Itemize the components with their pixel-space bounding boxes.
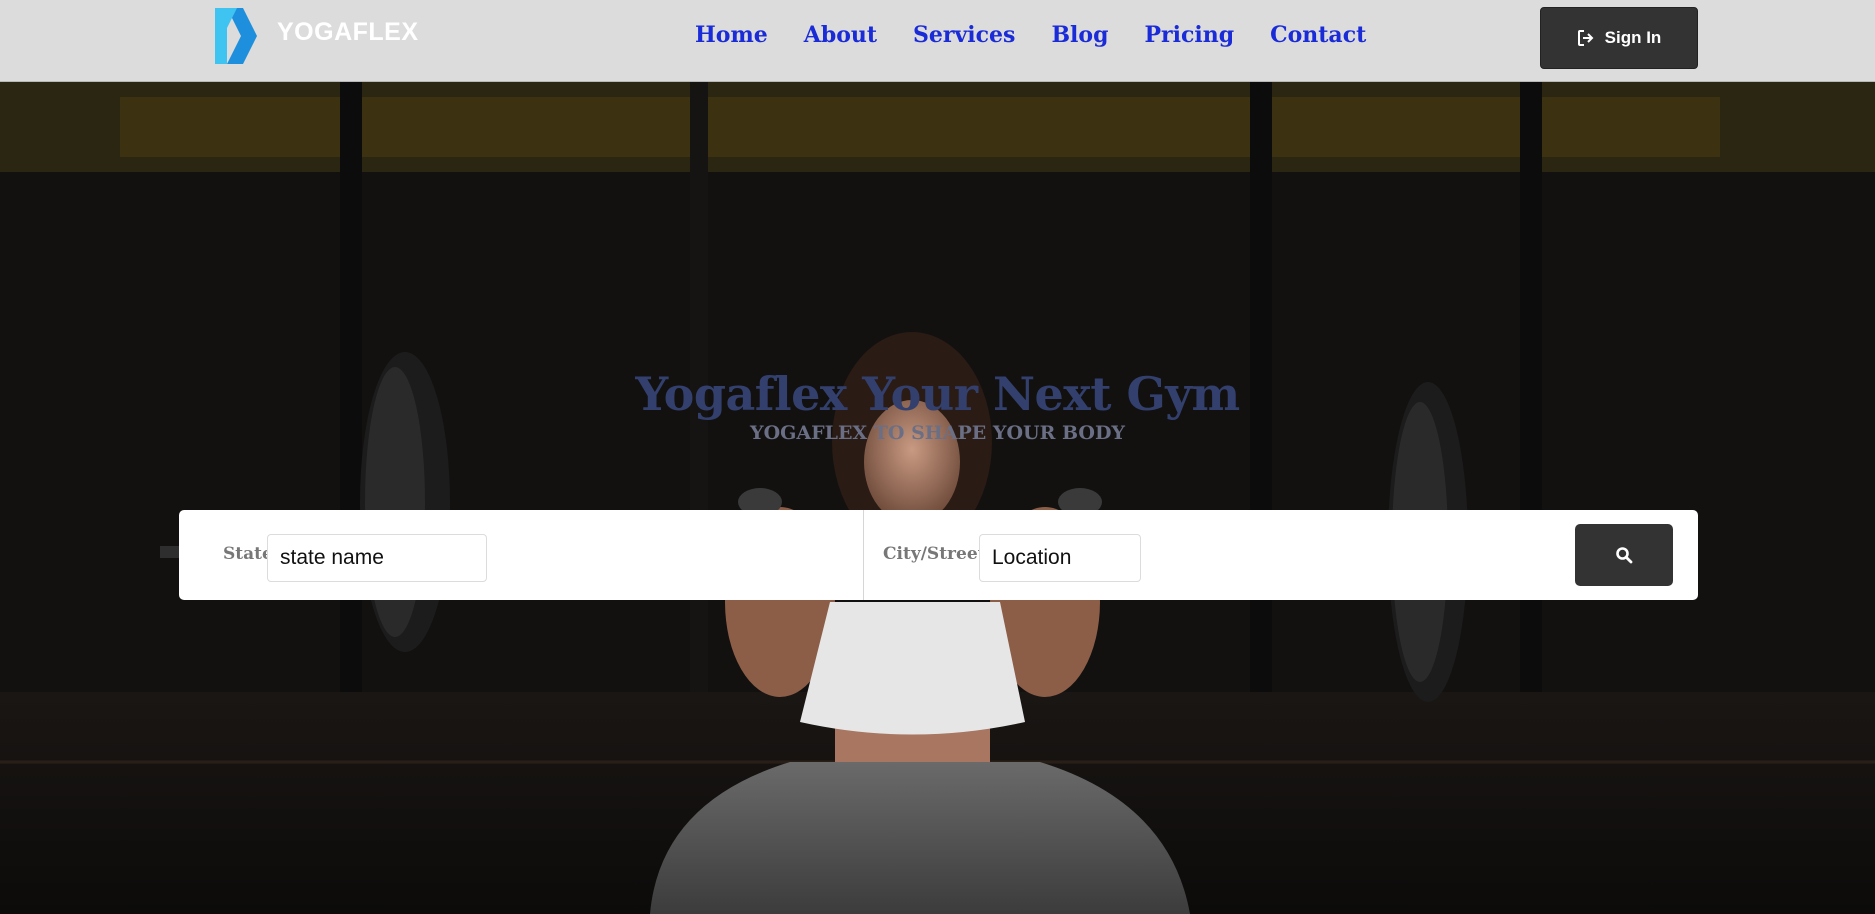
sign-in-icon xyxy=(1577,30,1594,46)
nav-services-link[interactable]: Services xyxy=(913,22,1015,48)
search-divider xyxy=(863,510,864,600)
state-input[interactable] xyxy=(267,534,487,582)
nav-home-link[interactable]: Home xyxy=(695,22,768,48)
city-street-input[interactable] xyxy=(979,534,1141,582)
hero-section: Yogaflex Your Next Gym YOGAFLEX TO SHAPE… xyxy=(0,82,1875,914)
sign-in-label: Sign In xyxy=(1604,28,1662,47)
gym-search-form: State City/Street xyxy=(179,510,1698,600)
hero-title: Yogaflex Your Next Gym xyxy=(635,367,1240,421)
nav-about-link[interactable]: About xyxy=(804,22,877,48)
search-button[interactable] xyxy=(1575,524,1673,586)
nav-pricing-link[interactable]: Pricing xyxy=(1144,22,1234,48)
sign-in-button[interactable]: Sign In xyxy=(1540,7,1698,69)
top-navbar: YOGAFLEX Home About Services Blog Pricin… xyxy=(0,0,1875,82)
brand-logo[interactable]: YOGAFLEX xyxy=(215,8,419,64)
state-label: State xyxy=(223,544,273,564)
hero-background-photo xyxy=(0,82,1875,914)
hero-subtitle: YOGAFLEX TO SHAPE YOUR BODY xyxy=(750,422,1125,444)
nav-contact-link[interactable]: Contact xyxy=(1270,22,1366,48)
yogaflex-logo-icon xyxy=(215,8,257,64)
nav-blog-link[interactable]: Blog xyxy=(1051,22,1108,48)
brand-name: YOGAFLEX xyxy=(277,17,419,46)
city-street-label: City/Street xyxy=(883,544,986,564)
search-icon xyxy=(1616,547,1633,564)
main-nav: Home About Services Blog Pricing Contact xyxy=(695,22,1402,48)
